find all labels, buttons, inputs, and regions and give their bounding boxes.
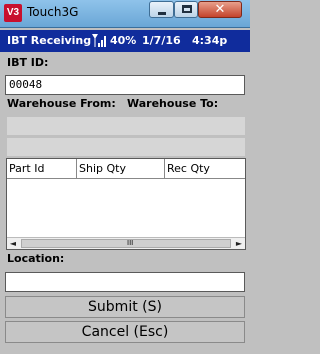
signal-antenna-icon	[92, 34, 106, 47]
maximize-icon	[182, 5, 192, 13]
warehouse-to-label: Warehouse To:	[127, 97, 219, 110]
scroll-right-icon[interactable]: ►	[233, 238, 245, 249]
window-title: Touch3G	[27, 5, 79, 19]
cancel-button[interactable]: Cancel (Esc)	[5, 321, 245, 343]
close-icon: ✕	[214, 2, 226, 17]
status-time: 4:34p	[192, 34, 228, 47]
minimize-button[interactable]	[149, 1, 174, 18]
column-ship-qty[interactable]: Ship Qty	[77, 159, 165, 179]
location-label: Location:	[7, 252, 65, 265]
ibt-id-label: IBT ID:	[7, 56, 49, 69]
submit-button[interactable]: Submit (S)	[5, 296, 245, 318]
window-title-bar: V3 Touch3G ✕	[0, 0, 250, 28]
ibt-id-value: 00048	[9, 78, 43, 91]
horizontal-scrollbar[interactable]: ◄ III ►	[7, 237, 245, 249]
status-date: 1/7/16	[142, 34, 181, 47]
grid-header: Part Id Ship Qty Rec Qty	[7, 159, 245, 179]
warehouse-from-value	[7, 117, 245, 135]
status-bar: IBT Receiving 40% 1/7/16 4:34p	[0, 30, 250, 52]
scrollbar-thumb[interactable]: III	[21, 239, 231, 248]
minimize-icon	[158, 12, 166, 15]
maximize-button[interactable]	[174, 1, 198, 18]
warehouse-to-value	[7, 138, 245, 156]
close-button[interactable]: ✕	[198, 1, 242, 18]
scroll-left-icon[interactable]: ◄	[7, 238, 19, 249]
warehouse-from-label: Warehouse From:	[7, 97, 116, 110]
column-rec-qty[interactable]: Rec Qty	[165, 159, 245, 179]
app-logo-icon: V3	[4, 4, 22, 22]
battery-percent: 40%	[110, 34, 137, 47]
screen-title: IBT Receiving	[7, 34, 92, 47]
column-part-id[interactable]: Part Id	[7, 159, 77, 179]
ibt-id-field[interactable]: 00048	[5, 75, 245, 95]
parts-grid[interactable]: Part Id Ship Qty Rec Qty ◄ III ►	[6, 158, 246, 250]
location-field[interactable]	[5, 272, 245, 292]
scrollbar-grip-icon: III	[127, 239, 134, 247]
